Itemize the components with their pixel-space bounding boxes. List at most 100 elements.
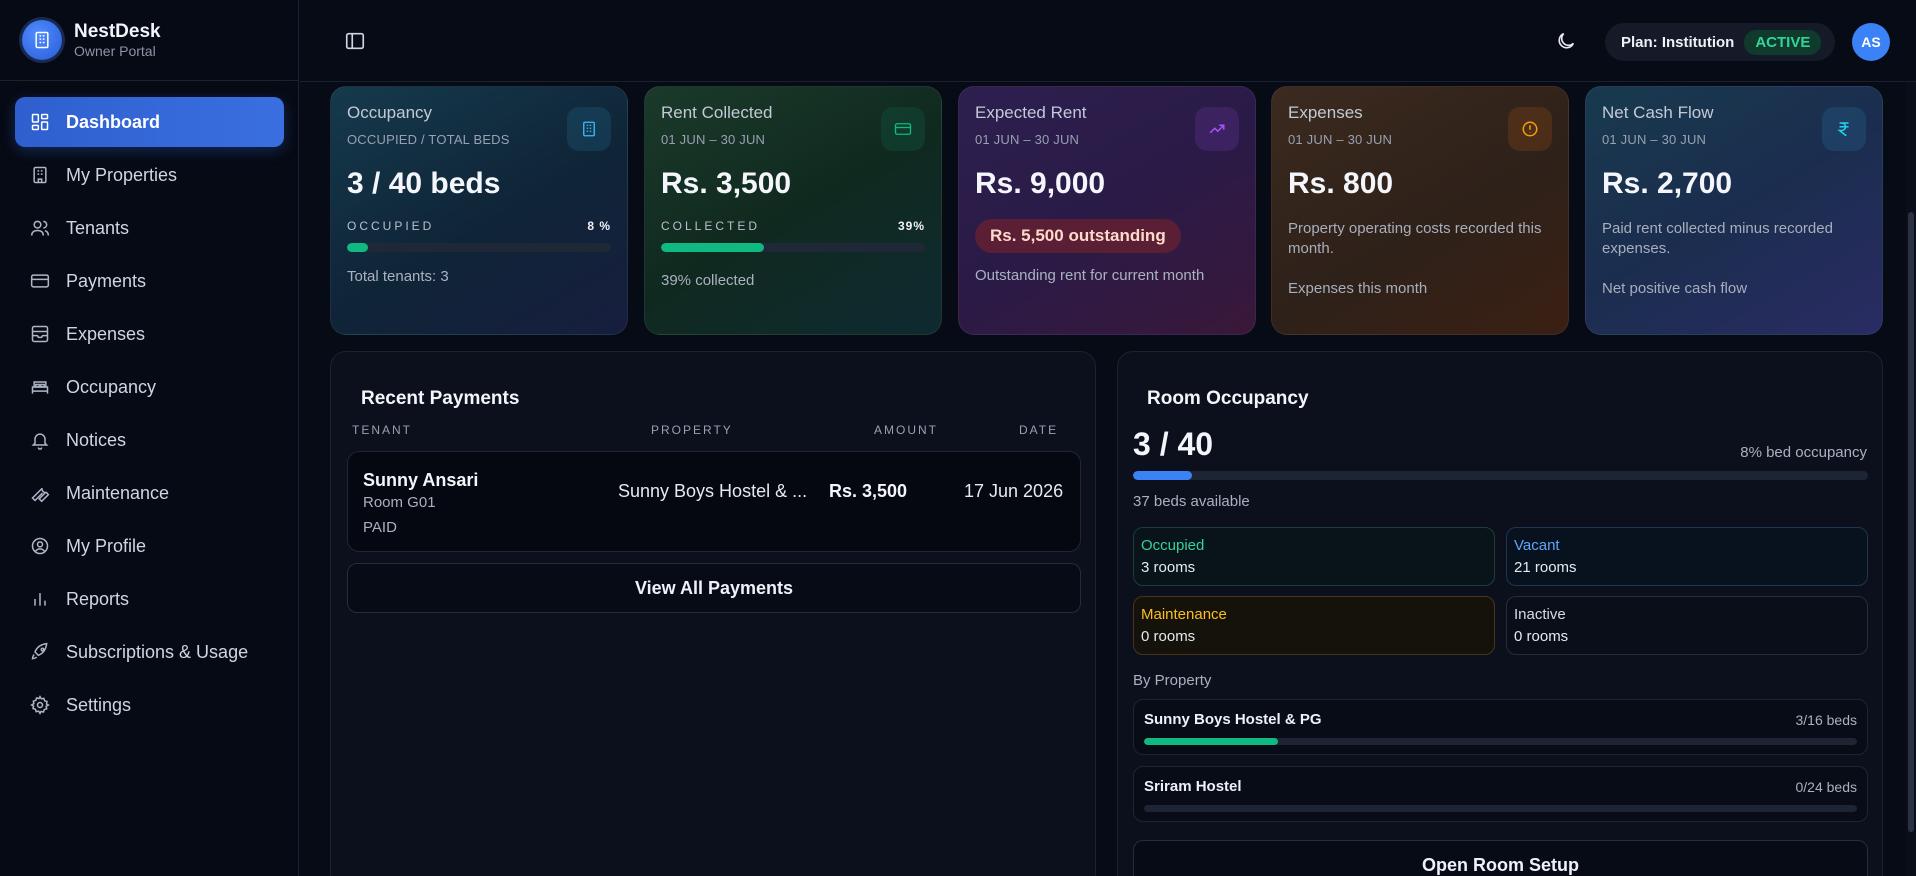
sidebar-item-label: Expenses: [66, 323, 146, 344]
progress-fill: [347, 243, 369, 252]
property-beds: 3/16 beds: [1795, 712, 1858, 728]
view-all-payments-button[interactable]: View All Payments: [347, 563, 1081, 613]
expected-rent-card[interactable]: Expected Rent 01 JUN – 30 JUN Rs. 9,000 …: [958, 86, 1256, 335]
inactive-rooms-tile[interactable]: Inactive 0 rooms: [1506, 596, 1868, 655]
card-value: Rs. 9,000: [975, 167, 1106, 200]
scrollbar[interactable]: [1906, 82, 1916, 876]
archive-icon: [31, 325, 49, 343]
net-cash-flow-card[interactable]: Net Cash Flow 01 JUN – 30 JUN Rs. 2,700 …: [1585, 86, 1883, 335]
progress-fill: [661, 243, 764, 252]
occupancy-percent: 8% bed occupancy: [1740, 444, 1867, 461]
sidebar-item-payments[interactable]: Payments: [15, 256, 284, 306]
credit-card-icon: [881, 107, 925, 151]
divider: [0, 80, 299, 81]
property-occupancy-item[interactable]: Sunny Boys Hostel & PG 3/16 beds: [1133, 699, 1868, 755]
card-value: Rs. 800: [1288, 167, 1394, 200]
property-beds: 0/24 beds: [1795, 779, 1858, 795]
occupancy-card[interactable]: Occupancy OCCUPIED / TOTAL BEDS 3 / 40 b…: [330, 86, 628, 335]
property-progress-bar: [1144, 805, 1857, 812]
bed-icon: [31, 381, 49, 394]
brand-name: NestDesk: [74, 21, 161, 42]
property-name: Sunny Boys Hostel & ...: [618, 481, 808, 501]
wrench-icon: [31, 487, 50, 503]
tile-label: Inactive: [1514, 606, 1566, 623]
progress-fill: [1133, 471, 1192, 480]
sidebar-item-label: Reports: [66, 588, 130, 609]
card-value: 3 / 40 beds: [347, 167, 501, 200]
theme-toggle-button[interactable]: [1555, 30, 1577, 52]
sidebar-item-dashboard[interactable]: Dashboard: [15, 97, 284, 147]
tile-label: Maintenance: [1141, 606, 1227, 623]
progress-label: COLLECTED: [661, 219, 761, 233]
bar-chart-icon: [34, 593, 46, 606]
property-occupancy-item[interactable]: Sriram Hostel 0/24 beds: [1133, 766, 1868, 822]
tile-value: 3 rooms: [1141, 559, 1196, 576]
panel-title: Recent Payments: [361, 388, 520, 409]
card-footer: Net positive cash flow: [1602, 280, 1748, 297]
sidebar-item-my-properties[interactable]: My Properties: [15, 150, 284, 200]
progress-header: OCCUPIED 8 %: [347, 219, 611, 233]
occupied-rooms-tile[interactable]: Occupied 3 rooms: [1133, 527, 1495, 586]
sidebar-nav: Dashboard My Properties Tenants Payments…: [15, 97, 284, 733]
tile-label: Occupied: [1141, 537, 1205, 554]
tenant-room: Room G01: [363, 494, 436, 511]
sidebar-item-settings[interactable]: Settings: [15, 680, 284, 730]
plan-pill[interactable]: Plan: Institution ACTIVE: [1605, 23, 1836, 61]
card-footer: Expenses this month: [1288, 280, 1428, 297]
sidebar-item-my-profile[interactable]: My Profile: [15, 521, 284, 571]
scrollbar-thumb[interactable]: [1908, 212, 1914, 832]
by-property-heading: By Property: [1133, 672, 1212, 689]
card-footer: Total tenants: 3: [347, 268, 449, 285]
payment-status: PAID: [363, 519, 397, 536]
sidebar-item-reports[interactable]: Reports: [15, 574, 284, 624]
recent-payments-panel: Recent Payments TENANT PROPERTY AMOUNT D…: [330, 351, 1096, 876]
vacant-rooms-tile[interactable]: Vacant 21 rooms: [1506, 527, 1868, 586]
gear-icon: [30, 695, 50, 715]
expenses-card[interactable]: Expenses 01 JUN – 30 JUN Rs. 800 Propert…: [1271, 86, 1569, 335]
plan-label: Plan: Institution: [1621, 33, 1735, 51]
rupee-icon: [1822, 107, 1866, 151]
property-name: Sunny Boys Hostel & PG: [1144, 711, 1322, 728]
sidebar-item-tenants[interactable]: Tenants: [15, 203, 284, 253]
payment-amount: Rs. 3,500: [829, 481, 908, 501]
moon-icon: [1558, 32, 1575, 49]
sidebar-item-maintenance[interactable]: Maintenance: [15, 468, 284, 518]
users-icon: [30, 220, 50, 236]
tile-label: Vacant: [1514, 537, 1560, 554]
open-room-setup-button[interactable]: Open Room Setup: [1133, 840, 1868, 876]
sidebar-item-expenses[interactable]: Expenses: [15, 309, 284, 359]
brand[interactable]: NestDesk Owner Portal: [22, 20, 161, 60]
avatar[interactable]: AS: [1852, 23, 1890, 61]
collected-progress-bar: [661, 243, 925, 252]
outstanding-badge: Rs. 5,500 outstanding: [975, 219, 1181, 253]
property-name: Sriram Hostel: [1144, 778, 1242, 795]
sidebar-item-occupancy[interactable]: Occupancy: [15, 362, 284, 412]
sidebar: NestDesk Owner Portal Dashboard My Prope…: [0, 0, 299, 876]
alert-circle-icon: [1508, 107, 1552, 151]
bell-icon: [31, 433, 49, 450]
rocket-icon: [31, 642, 48, 660]
card-footer: 39% collected: [661, 272, 755, 289]
table-row[interactable]: Sunny Ansari Room G01 PAID Sunny Boys Ho…: [347, 451, 1081, 552]
sidebar-item-notices[interactable]: Notices: [15, 415, 284, 465]
column-header-amount: AMOUNT: [874, 423, 938, 437]
rent-collected-card[interactable]: Rent Collected 01 JUN – 30 JUN Rs. 3,500…: [644, 86, 942, 335]
brand-subtitle: Owner Portal: [74, 43, 156, 59]
user-circle-icon: [31, 537, 49, 555]
sidebar-item-label: My Properties: [66, 164, 178, 185]
sidebar-toggle-button[interactable]: [344, 30, 366, 52]
maintenance-rooms-tile[interactable]: Maintenance 0 rooms: [1133, 596, 1495, 655]
sidebar-item-label: My Profile: [66, 535, 147, 556]
beds-available: 37 beds available: [1133, 493, 1250, 510]
credit-card-icon: [30, 274, 50, 288]
plan-status-badge: ACTIVE: [1744, 29, 1822, 55]
room-occupancy-panel: Room Occupancy 3 / 40 8% bed occupancy 3…: [1117, 351, 1883, 876]
progress-label: OCCUPIED: [347, 219, 435, 233]
property-progress-bar: [1144, 738, 1857, 745]
column-header-property: PROPERTY: [651, 423, 733, 437]
sidebar-toggle-icon: [345, 32, 365, 50]
building-icon: [22, 20, 62, 60]
sidebar-item-subscriptions[interactable]: Subscriptions & Usage: [15, 627, 284, 677]
progress-percent: 8 %: [587, 219, 611, 233]
sidebar-item-label: Payments: [66, 270, 147, 291]
